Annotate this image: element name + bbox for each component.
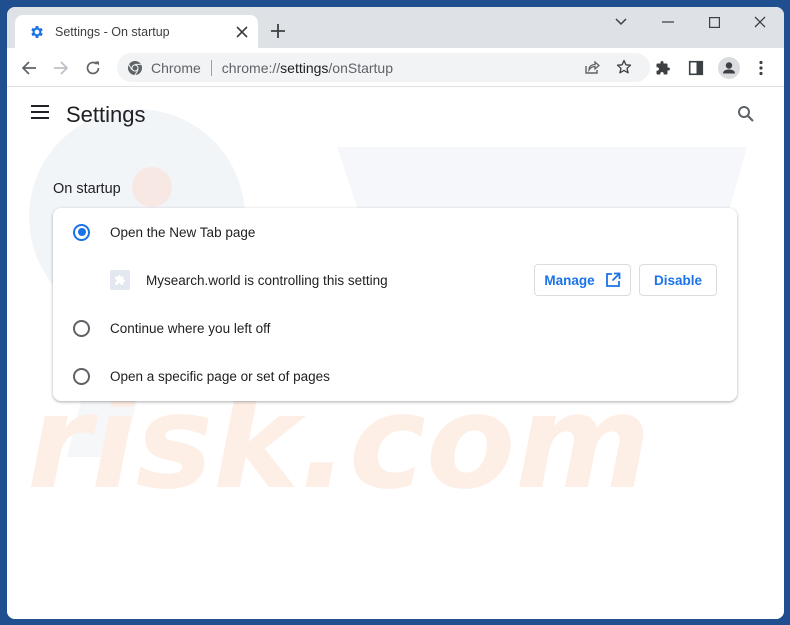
site-chip-label: Chrome [151,59,201,76]
option-continue[interactable]: Continue where you left off [53,304,737,352]
minimize-button[interactable] [645,7,691,37]
open-in-new-icon [605,272,621,288]
extensions-puzzle-icon[interactable] [653,58,673,78]
url-path: /onStartup [328,59,394,76]
tab-search-chevron-icon[interactable] [598,7,644,37]
manage-label: Manage [544,272,595,288]
disable-button[interactable]: Disable [639,264,717,296]
chrome-logo-icon [127,60,143,76]
extension-notice-text: Mysearch.world is controlling this setti… [146,272,388,288]
omnibox-divider [210,59,212,76]
extension-control-row: Mysearch.world is controlling this setti… [53,256,737,304]
option-label: Open a specific page or set of pages [110,368,330,384]
option-specific-pages[interactable]: Open a specific page or set of pages [53,352,737,400]
url-text[interactable]: chrome://settings/onStartup [222,60,393,76]
close-window-button[interactable] [737,7,783,37]
browser-toolbar: Chrome chrome://settings/onStartup [7,48,784,87]
side-panel-icon[interactable] [686,58,706,78]
tab-title: Settings - On startup [55,24,170,39]
hamburger-menu-icon[interactable] [31,105,51,125]
option-label: Open the New Tab page [110,224,256,240]
page-title: Settings [66,102,146,127]
url-prefix: chrome:// [221,59,281,76]
option-new-tab[interactable]: Open the New Tab page [53,208,737,256]
radio-specific-pages[interactable] [73,367,90,385]
close-tab-icon[interactable] [232,22,252,42]
new-tab-button[interactable] [267,20,289,42]
tab-settings[interactable]: Settings - On startup [15,15,258,48]
forward-button[interactable] [49,56,73,80]
option-label: Continue where you left off [110,320,271,336]
settings-page: risk.com Settings On startup Open the Ne… [7,87,784,619]
manage-button[interactable]: Manage [534,264,631,296]
browser-window: Settings - On startup Chrome chrome://se… [7,7,784,619]
gear-icon [29,24,45,40]
maximize-button[interactable] [691,7,737,37]
search-settings-icon[interactable] [737,105,759,127]
profile-avatar-icon[interactable] [717,56,741,80]
share-icon[interactable] [583,58,601,76]
url-host: settings [280,59,329,76]
extension-puzzle-icon [110,270,130,290]
radio-continue[interactable] [73,319,90,337]
bookmark-star-icon[interactable] [615,58,633,76]
more-menu-icon[interactable] [751,58,771,78]
radio-new-tab[interactable] [73,223,90,241]
address-bar[interactable]: Chrome chrome://settings/onStartup [117,53,650,82]
disable-label: Disable [653,272,703,288]
title-bar: Settings - On startup [7,7,784,48]
reload-button[interactable] [81,56,105,80]
back-button[interactable] [17,56,41,80]
section-title: On startup [53,181,121,197]
settings-header: Settings [7,87,784,143]
on-startup-card: Open the New Tab page Mysearch.world is … [53,208,737,401]
